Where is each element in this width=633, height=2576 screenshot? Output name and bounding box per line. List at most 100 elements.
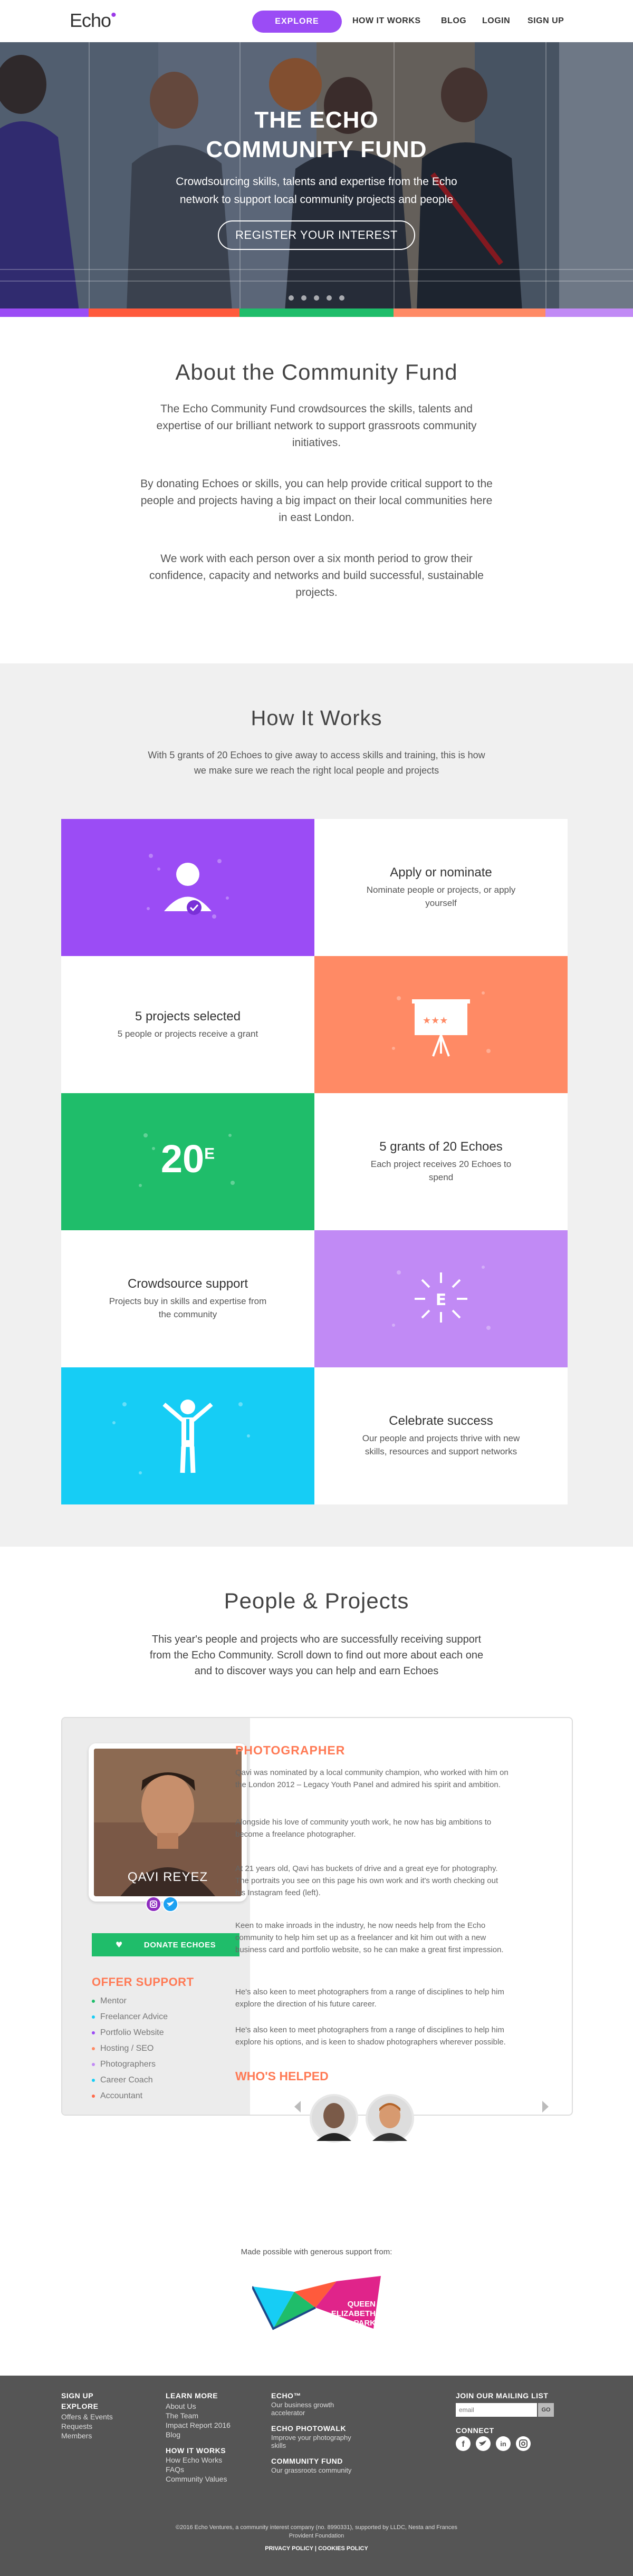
bio-paragraph: Qavi was nominated by a local community …: [235, 1768, 509, 1789]
color-stripe: [394, 308, 545, 317]
hero-carousel-dots: [0, 295, 633, 301]
chevron-right-icon[interactable]: [541, 2100, 550, 2114]
facebook-icon: f: [456, 2436, 471, 2451]
step-text-celebrate: Celebrate success Our people and project…: [314, 1367, 568, 1504]
footer-link[interactable]: Community Values: [166, 2475, 227, 2483]
footer-photowalk-heading[interactable]: ECHO PHOTOWALK: [271, 2424, 346, 2433]
whos-helped-title: WHO'S HELPED: [235, 2069, 329, 2083]
support-text: Made possible with generous support from…: [241, 2247, 392, 2256]
carousel-dot[interactable]: [301, 295, 306, 301]
crowdsource-arrows-icon: E: [392, 1266, 491, 1330]
offer-item[interactable]: Hosting / SEO: [92, 2044, 154, 2053]
step-tile-crowdsource: E: [314, 1230, 568, 1367]
about-paragraph: We work with each person over a six mont…: [149, 553, 484, 599]
instagram-icon[interactable]: [146, 1896, 161, 1912]
footer-link[interactable]: Members: [61, 2432, 92, 2440]
bio-paragraph: He's also keen to meet photographers fro…: [235, 2025, 506, 2047]
svg-text:OLYMPIC PARK: OLYMPIC PARK: [316, 2319, 376, 2328]
color-stripe: [239, 308, 394, 317]
carousel-dot[interactable]: [289, 295, 294, 301]
hero-subtitle: Crowdsourcing skills, talents and expert…: [176, 176, 457, 206]
profile-role: PHOTOGRAPHER: [235, 1743, 346, 1757]
footer-community-fund-heading[interactable]: COMMUNITY FUND: [271, 2457, 343, 2465]
helper-avatar[interactable]: [309, 2093, 359, 2143]
footer-signup-link[interactable]: SIGN UP: [61, 2391, 93, 2400]
instagram-footer-icon: [516, 2436, 531, 2451]
color-stripe: [89, 308, 239, 317]
explore-button[interactable]: EXPLORE: [252, 11, 342, 33]
svg-text:f: f: [462, 2440, 465, 2449]
nominate-person-icon: [147, 854, 229, 919]
social-icons: f in: [456, 2436, 531, 2451]
footer-link[interactable]: How Echo Works: [166, 2456, 222, 2464]
footer-link[interactable]: About Us: [166, 2402, 196, 2410]
echo-logo[interactable]: Echo•: [70, 6, 117, 32]
footer-link[interactable]: FAQs: [166, 2465, 184, 2474]
nav-link-how-it-works[interactable]: HOW IT WORKS: [352, 16, 421, 26]
footer-link[interactable]: Impact Report 2016: [166, 2421, 231, 2429]
big-number: 20E: [160, 1137, 215, 1181]
footer-how-it-works-heading: HOW IT WORKS: [166, 2446, 226, 2455]
footer-link[interactable]: Offers & Events: [61, 2413, 113, 2421]
mailing-go-button[interactable]: GO: [538, 2403, 554, 2417]
donate-echoes-button[interactable]: ♥ DONATE ECHOES: [92, 1933, 239, 1956]
footer-legal-links[interactable]: PRIVACY POLICY | COOKIES POLICY: [0, 2545, 633, 2552]
svg-text:★★★: ★★★: [423, 1015, 448, 1026]
color-stripe: [0, 308, 89, 317]
carousel-dot[interactable]: [339, 295, 344, 301]
carousel-dot[interactable]: [314, 295, 319, 301]
svg-text:QUEEN: QUEEN: [348, 2300, 376, 2309]
footer-link[interactable]: The Team: [166, 2411, 198, 2420]
color-stripe: [545, 308, 633, 317]
offer-item[interactable]: Accountant: [92, 2091, 142, 2101]
nav-link-login[interactable]: LOGIN: [482, 16, 510, 26]
offer-item[interactable]: Photographers: [92, 2060, 156, 2069]
mailing-email-input[interactable]: [456, 2403, 537, 2417]
carousel-dot[interactable]: [327, 295, 332, 301]
hero-banner: THE ECHO COMMUNITY FUND Crowdsourcing sk…: [0, 42, 633, 311]
bio-paragraph: Keen to make inroads in the industry, he…: [235, 1921, 504, 1954]
offer-item[interactable]: Mentor: [92, 1996, 127, 2006]
svg-text:in: in: [500, 2440, 506, 2448]
hero-title: THE ECHO COMMUNITY FUND: [206, 107, 427, 162]
site-footer: SIGN UP EXPLORE Offers & Events Requests…: [0, 2376, 633, 2576]
step-tile-grants: 20E: [61, 1093, 314, 1230]
footer-connect-heading: CONNECT: [456, 2426, 494, 2435]
nav-link-blog[interactable]: BLOG: [441, 16, 466, 26]
register-interest-button[interactable]: REGISTER YOUR INTEREST: [218, 220, 415, 250]
footer-desc: Our business growth accelerator: [271, 2401, 334, 2417]
twitter-icon[interactable]: [162, 1896, 178, 1912]
about-paragraph: The Echo Community Fund crowdsources the…: [156, 403, 477, 449]
footer-explore-link[interactable]: EXPLORE: [61, 2402, 98, 2410]
step-tile-apply: [61, 819, 314, 956]
nav-link-sign-up[interactable]: SIGN UP: [528, 16, 564, 26]
svg-text:ELIZABETH: ELIZABETH: [331, 2309, 376, 2318]
chevron-left-icon[interactable]: [293, 2100, 302, 2114]
offer-item[interactable]: Portfolio Website: [92, 2028, 164, 2038]
bio-paragraph: He's also keen to meet photographers fro…: [235, 1988, 504, 2009]
footer-mailing-list-heading: JOIN OUR MAILING LIST: [456, 2391, 549, 2400]
offer-item[interactable]: Freelancer Advice: [92, 2012, 168, 2022]
step-text-crowdsource: Crowdsource support Projects buy in skil…: [61, 1230, 314, 1367]
profile-name: QAVI REYEZ: [127, 1870, 208, 1884]
footer-link[interactable]: Blog: [166, 2430, 180, 2439]
footer-desc: Improve your photography skills: [271, 2434, 351, 2449]
footer-echo-heading[interactable]: ECHO™: [271, 2391, 301, 2400]
people-projects-title: People & Projects: [224, 1588, 409, 1613]
celebrating-person-icon: [112, 1400, 250, 1474]
step-text-selected: 5 projects selected 5 people or projects…: [61, 956, 314, 1093]
step-tile-selected: ★★★: [314, 956, 568, 1093]
bio-paragraph: Alongside his love of community youth wo…: [235, 1818, 492, 1839]
footer-desc: Our grassroots community: [271, 2466, 352, 2474]
footer-copyright: ©2016 Echo Ventures, a community interes…: [176, 2524, 457, 2539]
step-tile-celebrate: [61, 1367, 314, 1504]
bio-paragraph: At 21 years old, Qavi has buckets of dri…: [235, 1864, 498, 1897]
how-it-works-intro: With 5 grants of 20 Echoes to give away …: [148, 750, 485, 776]
presentation-board-icon: ★★★: [392, 991, 491, 1057]
twitter-footer-icon: [476, 2436, 491, 2451]
offer-item[interactable]: Career Coach: [92, 2076, 153, 2085]
helper-avatar[interactable]: [365, 2093, 415, 2143]
offer-support-title: OFFER SUPPORT: [92, 1975, 194, 1989]
svg-text:E: E: [436, 1291, 447, 1309]
footer-link[interactable]: Requests: [61, 2422, 92, 2430]
